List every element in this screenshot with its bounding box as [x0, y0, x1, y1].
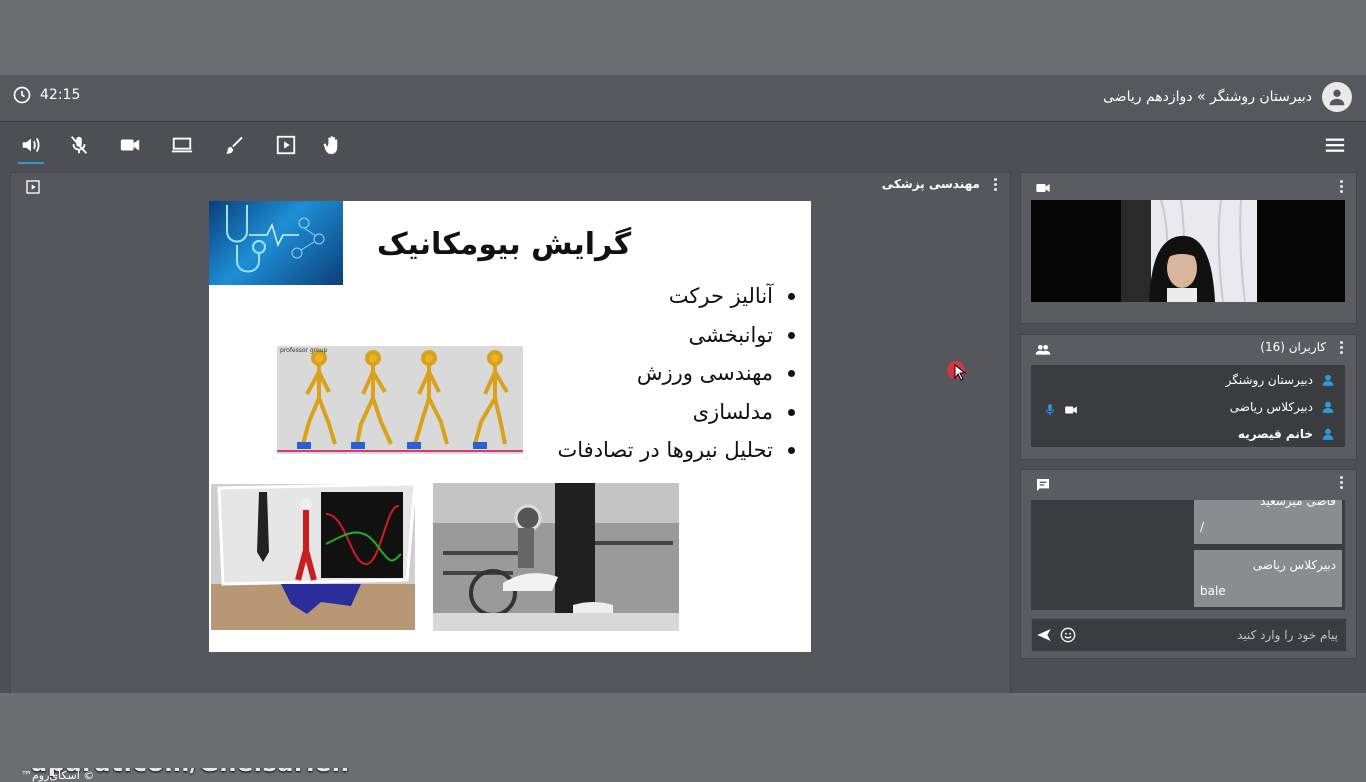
screen-share-icon	[171, 137, 193, 153]
chat-icon	[1037, 479, 1049, 491]
users-panel: کاربران (16) دبیرستان روشنگر دبیرکلاس ری…	[1020, 334, 1357, 460]
presentation-title: مهندسی پزشکی	[881, 177, 980, 191]
raise-hand-icon	[323, 136, 338, 155]
top-band	[0, 0, 1366, 75]
avatar[interactable]	[1322, 82, 1352, 112]
user-name: خانم قیصریه	[1237, 427, 1313, 441]
user-item[interactable]: خانم قیصریه	[1238, 427, 1335, 441]
chat-message: دبیرکلاس ریاضی bale	[1194, 550, 1342, 607]
users-icon	[1035, 345, 1051, 355]
gait-image-caption: professor group	[280, 347, 328, 354]
user-icon	[1329, 89, 1345, 106]
gait-skeleton-image: professor group	[277, 346, 523, 454]
user-item[interactable]: دبیرکلاس ریاضی	[1230, 400, 1335, 414]
users-title: کاربران (16)	[1260, 340, 1326, 354]
camera-button[interactable]	[117, 132, 143, 158]
motion-analysis-image	[211, 482, 417, 630]
user-name: دبیرکلاس ریاضی	[1229, 400, 1313, 414]
breadcrumb-text: دبیرستان روشنگر » دوازدهم ریاضی	[1103, 89, 1312, 105]
slide-bullet-list: آنالیز حرکت توانبخشی مهندسی ورزش مدلسازی…	[495, 281, 795, 474]
timer-text: 42:15	[40, 87, 81, 103]
chat-panel: قاضی میرسعید / دبیرکلاس ریاضی bale	[1020, 469, 1357, 659]
webcam-video	[1031, 200, 1345, 302]
message-text: /	[1200, 520, 1205, 534]
brush-icon	[225, 136, 243, 154]
emoji-icon[interactable]	[1060, 627, 1076, 643]
mic-icon[interactable]	[1043, 403, 1057, 417]
chat-message: قاضی میرسعید /	[1194, 500, 1342, 544]
camera-icon	[120, 139, 140, 151]
bullet-item: آنالیز حرکت	[495, 281, 795, 320]
menu-icon	[1325, 138, 1345, 152]
message-text: bale	[1200, 584, 1226, 598]
users-list: دبیرستان روشنگر دبیرکلاس ریاضی خانم قیصر…	[1031, 365, 1345, 447]
brand-text: ™اسکای‌روم ©	[21, 769, 95, 782]
send-icon[interactable]	[1036, 627, 1052, 643]
webcam-options-icon[interactable]	[1338, 180, 1344, 193]
bullet-item: مدلسازی	[495, 397, 795, 436]
mic-off-icon	[70, 136, 88, 154]
session-timer: 42:15	[12, 85, 80, 105]
camera-icon	[1036, 184, 1050, 192]
bottom-band	[0, 693, 1366, 768]
chat-input-bar	[1031, 618, 1347, 652]
presentation-options-icon[interactable]	[992, 178, 998, 191]
message-sender: قاضی میرسعید	[1260, 500, 1336, 508]
play-icon	[276, 135, 296, 155]
bullet-item: تحلیل نیروها در تصادفات	[495, 435, 795, 474]
users-options-icon[interactable]	[1338, 341, 1344, 354]
presentation-icon[interactable]	[25, 179, 41, 195]
prosthetic-lab-image	[433, 483, 679, 631]
user-item[interactable]: دبیرستان روشنگر	[1226, 373, 1335, 387]
slide-title: گرایش بیومکانیک	[376, 227, 632, 262]
pointer-cursor	[947, 361, 967, 381]
presentation-panel: مهندسی پزشکی گرایش بیومکانیک آنالیز حرکت	[10, 172, 1011, 782]
header-bar: 42:15 دبیرستان روشنگر » دوازدهم ریاضی	[0, 75, 1366, 122]
microphone-button[interactable]	[66, 132, 92, 158]
clock-icon	[13, 86, 31, 104]
chat-message-input[interactable]	[1096, 624, 1340, 646]
user-icon	[1322, 401, 1334, 413]
bullet-item: مهندسی ورزش	[495, 358, 795, 397]
message-sender: دبیرکلاس ریاضی	[1252, 558, 1336, 572]
user-icon	[1322, 428, 1334, 440]
whiteboard-button[interactable]	[221, 132, 247, 158]
webcam-panel	[1020, 172, 1357, 324]
screen-share-button[interactable]	[169, 132, 195, 158]
breadcrumb: دبیرستان روشنگر » دوازدهم ریاضی	[1103, 82, 1352, 112]
chat-messages: قاضی میرسعید / دبیرکلاس ریاضی bale	[1031, 500, 1345, 610]
medical-banner-image	[209, 201, 343, 285]
bullet-item: توانبخشی	[495, 320, 795, 359]
speaker-button[interactable]	[18, 132, 44, 164]
main-menu-button[interactable]	[1324, 134, 1346, 156]
speaker-icon	[22, 137, 40, 153]
app-window: 42:15 دبیرستان روشنگر » دوازدهم ریاضی مه…	[0, 75, 1366, 782]
slide: گرایش بیومکانیک آنالیز حرکت توانبخشی مهن…	[209, 201, 811, 652]
toolbar	[0, 122, 1366, 168]
chat-options-icon[interactable]	[1338, 476, 1344, 489]
user-icon	[1322, 374, 1334, 386]
media-button[interactable]	[273, 132, 299, 158]
raise-hand-button[interactable]	[320, 132, 346, 158]
stethoscope-graphic	[226, 205, 325, 273]
user-name: دبیرستان روشنگر	[1225, 373, 1313, 387]
camera-icon[interactable]	[1063, 403, 1079, 417]
